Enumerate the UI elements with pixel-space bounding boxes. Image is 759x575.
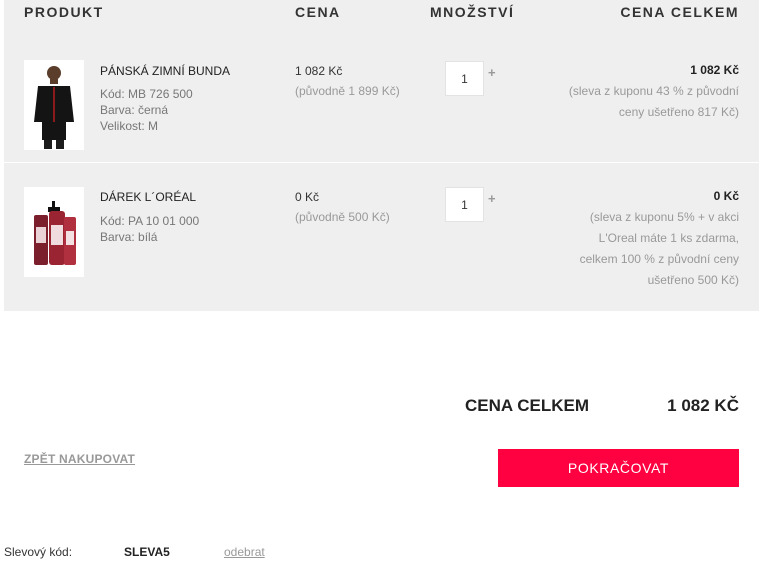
- quantity-plus-button[interactable]: +: [488, 65, 496, 80]
- product-image-jacket[interactable]: [24, 60, 84, 150]
- total-label: CENA CELKEM: [465, 396, 590, 415]
- coupon-label: Slevový kód:: [4, 545, 73, 559]
- unit-price: 1 082 Kč: [295, 64, 343, 78]
- unit-price: 0 Kč: [295, 190, 320, 204]
- product-name[interactable]: PÁNSKÁ ZIMNÍ BUNDA: [100, 64, 230, 78]
- continue-button[interactable]: POKRAČOVAT: [498, 449, 739, 487]
- quantity-input[interactable]: 1: [445, 61, 484, 96]
- quantity-plus-button[interactable]: +: [488, 191, 496, 206]
- discount-note: (sleva z kuponu 43 % z původní ceny ušet…: [568, 84, 739, 119]
- item-total: 1 082 Kč: [690, 63, 739, 77]
- column-header-total: CENA CELKEM: [620, 4, 739, 20]
- original-price: (původně 500 Kč): [295, 210, 390, 224]
- cart-item-row: DÁREK L´ORÉAL Kód: PA 10 01 000 Barva: b…: [4, 163, 759, 311]
- product-color: Barva: bílá: [100, 230, 158, 244]
- product-name[interactable]: DÁREK L´ORÉAL: [100, 190, 196, 204]
- remove-coupon-link[interactable]: odebrat: [224, 545, 265, 559]
- discount-note: (sleva z kuponu 5% + v akci L'Oreal máte…: [579, 210, 739, 287]
- product-color: Barva: černá: [100, 103, 169, 117]
- cart-item-row: PÁNSKÁ ZIMNÍ BUNDA Kód: MB 726 500 Barva…: [4, 36, 759, 163]
- product-code: Kód: PA 10 01 000: [100, 214, 200, 228]
- continue-shopping-link[interactable]: ZPĚT NAKUPOVAT: [24, 452, 135, 466]
- jacket-image: [34, 66, 74, 149]
- loreal-gift-image: [34, 201, 76, 265]
- column-header-product: PRODUKT: [24, 4, 104, 20]
- original-price: (původně 1 899 Kč): [295, 84, 400, 98]
- item-total: 0 Kč: [713, 189, 739, 203]
- coupon-code: SLEVA5: [124, 545, 170, 559]
- cart-table: PRODUKT CENA MNOŽSTVÍ CENA CELKEM PÁNSKÁ…: [4, 0, 759, 311]
- product-image-loreal[interactable]: [24, 187, 84, 277]
- product-size: Velikost: M: [100, 119, 159, 133]
- total-value: 1 082 KČ: [667, 396, 739, 415]
- product-code: Kód: MB 726 500: [100, 87, 193, 101]
- quantity-input[interactable]: 1: [445, 187, 484, 222]
- column-header-price: CENA: [295, 4, 341, 20]
- column-header-quantity: MNOŽSTVÍ: [430, 4, 515, 20]
